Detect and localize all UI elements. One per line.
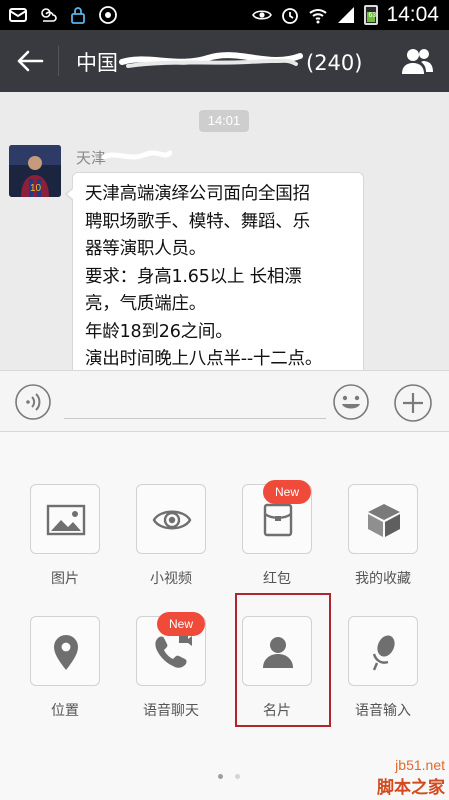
message-bubble[interactable]: 天津高端演绎公司面向全国招 聘职场歌手、模特、舞蹈、乐 器等演职人员。 要求：身… xyxy=(65,172,364,370)
panel-item-label: 语音输入 xyxy=(355,703,411,719)
message-input[interactable] xyxy=(64,383,326,419)
avatar-image: 10 xyxy=(9,145,61,197)
message-line: 天津高端演绎公司面向全国招 xyxy=(85,184,310,204)
signal-icon xyxy=(338,7,355,23)
message-line: 亮，气质端庄。 xyxy=(85,294,207,314)
panel-item-box[interactable] xyxy=(348,484,418,554)
avatar[interactable]: 10 xyxy=(9,145,61,197)
panel-item-short-video[interactable]: 小视频 xyxy=(129,484,213,588)
more-options-panel: 图片 小视频 New 红包 我的收藏 位置 New 语音聊天 名片 语音输入 j… xyxy=(0,432,449,800)
page-indicator xyxy=(218,774,240,779)
watermark-name: 脚本之家 xyxy=(377,778,445,798)
clock: 14:04 xyxy=(386,3,439,26)
watermark-url: jb51.net xyxy=(395,757,445,773)
panel-item-label: 语音聊天 xyxy=(143,703,199,719)
panel-item-label: 小视频 xyxy=(150,571,192,587)
wifi-icon xyxy=(309,9,328,24)
panel-item-image[interactable]: 图片 xyxy=(23,484,107,588)
voice-input-toggle-button[interactable] xyxy=(14,383,52,421)
emoji-button[interactable] xyxy=(332,383,370,421)
svg-text:10: 10 xyxy=(30,183,42,194)
panel-item-label: 图片 xyxy=(51,571,79,587)
panel-item-location[interactable]: 位置 xyxy=(23,616,107,720)
panel-item-label: 位置 xyxy=(51,703,79,719)
back-button[interactable] xyxy=(14,46,46,76)
message-line: 年龄18到26之间。 xyxy=(85,321,233,342)
chat-title-bar: 中国 (240) xyxy=(0,30,449,92)
chat-title-start: 中国 xyxy=(76,51,118,75)
panel-item-box[interactable] xyxy=(348,616,418,686)
red-packet-icon xyxy=(263,503,293,537)
cube-icon xyxy=(368,504,400,537)
microphone-icon xyxy=(372,635,395,671)
message-line: 演出时间晚上八点半--十二点。 xyxy=(85,349,323,369)
panel-item-box[interactable] xyxy=(30,484,100,554)
sender-redaction xyxy=(101,150,172,160)
battery-icon: 63 xyxy=(364,5,379,25)
weather-icon xyxy=(41,8,57,22)
panel-item-box[interactable] xyxy=(136,484,206,554)
image-icon xyxy=(46,504,86,536)
lock-icon xyxy=(71,7,85,24)
battery-level: 63 xyxy=(368,12,377,19)
title-divider xyxy=(58,46,59,76)
eye-icon xyxy=(252,10,273,20)
page-dot-active[interactable] xyxy=(218,774,223,779)
panel-item-red-packet[interactable]: New 红包 xyxy=(235,480,319,588)
message-line: 要求：身高1.65以上 长相漂 xyxy=(85,266,302,287)
input-bar xyxy=(0,370,449,432)
new-badge: New xyxy=(263,480,312,504)
video-app-icon xyxy=(99,6,117,24)
location-pin-icon xyxy=(54,635,78,670)
alarm-icon xyxy=(282,8,299,24)
panel-item-label: 我的收藏 xyxy=(355,571,411,587)
group-members-button[interactable] xyxy=(399,44,435,78)
new-badge: New xyxy=(157,612,206,636)
watermark: jb51.net 脚本之家 xyxy=(377,757,445,798)
panel-item-label: 红包 xyxy=(263,571,291,587)
panel-item-box[interactable] xyxy=(30,616,100,686)
message-line: 器等演职人员。 xyxy=(85,239,207,259)
status-bar: 63 14:04 xyxy=(0,0,449,30)
panel-item-voice-call[interactable]: New 语音聊天 xyxy=(129,612,213,720)
panel-item-favorites[interactable]: 我的收藏 xyxy=(341,484,425,588)
panel-item-voice-input[interactable]: 语音输入 xyxy=(341,616,425,720)
voice-call-icon xyxy=(155,636,192,668)
message-timestamp: 14:01 xyxy=(199,110,249,132)
page-dot[interactable] xyxy=(235,774,240,779)
annotation-highlight-box xyxy=(235,593,331,727)
redaction-scribble xyxy=(119,52,303,68)
chat-area[interactable]: 14:01 10 天津 天津高端演绎公司面向全国招 聘职场歌手、模特、舞蹈、乐 … xyxy=(0,92,449,370)
eye-icon xyxy=(152,510,192,530)
more-options-button[interactable] xyxy=(393,383,433,423)
message-line: 聘职场歌手、模特、舞蹈、乐 xyxy=(85,211,310,232)
chat-title-count: (240) xyxy=(306,51,363,75)
mail-icon xyxy=(9,8,27,22)
